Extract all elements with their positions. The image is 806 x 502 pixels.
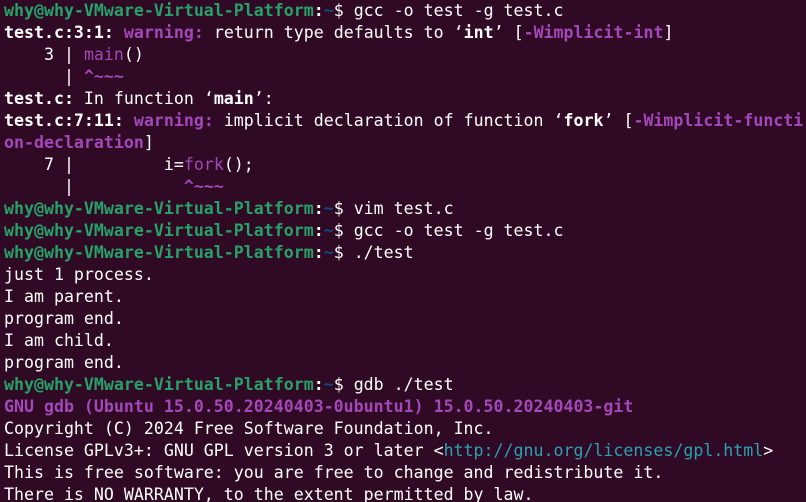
quote: ‘ [453, 23, 464, 42]
function-name: main [213, 89, 254, 108]
prompt-cwd: ~ [323, 375, 334, 394]
prompt-separator: : [313, 243, 324, 262]
warning-label: warning: [123, 23, 204, 42]
command-text: ./test [343, 243, 414, 262]
prompt-cwd: ~ [323, 1, 334, 20]
line-number: 7 | [4, 155, 84, 174]
output-line: program end. [4, 309, 124, 328]
quote: ‘ [553, 111, 564, 130]
prompt-line: why@why-VMware-Virtual-Platform:~$ ./tes… [4, 242, 806, 264]
output-line: This is free software: you are free to c… [4, 463, 664, 482]
prompt-user-host: why@why-VMware-Virtual-Platform [4, 375, 314, 394]
prompt-cwd: ~ [323, 199, 334, 218]
prompt-cwd: ~ [323, 221, 334, 240]
bracket: [ [613, 111, 634, 130]
bracket: [ [503, 23, 524, 42]
prompt-user-host: why@why-VMware-Virtual-Platform [4, 1, 314, 20]
context-text: In function [73, 89, 204, 108]
prompt-line: why@why-VMware-Virtual-Platform:~$ gcc -… [4, 0, 806, 22]
prompt-line: why@why-VMware-Virtual-Platform:~$ gdb .… [4, 374, 806, 396]
command-text: gcc -o test -g test.c [343, 1, 564, 20]
warning-flag: -Wimplicit-int [523, 23, 664, 42]
gutter: | [4, 177, 84, 196]
prompt-line: why@why-VMware-Virtual-Platform:~$ vim t… [4, 198, 806, 220]
warning-line: test.c:3:1: warning: return type default… [4, 22, 806, 44]
warning-text: implicit declaration of function [213, 111, 554, 130]
quote: ‘ [203, 89, 214, 108]
warning-line: test.c:7:11: warning: implicit declarati… [4, 110, 806, 132]
license-line: License GPLv3+: GNU GPL version 3 or lat… [4, 440, 806, 462]
terminal-window[interactable]: why@why-VMware-Virtual-Platform:~$ gcc -… [0, 0, 806, 502]
warning-text: return type defaults to [203, 23, 454, 42]
prompt-separator: : [313, 375, 324, 394]
quote: ’ [603, 111, 614, 130]
file-label: test.c: [4, 89, 74, 108]
warning-flag: on-declaration [4, 133, 144, 152]
bracket: ] [663, 23, 674, 42]
prompt-user-host: why@why-VMware-Virtual-Platform [4, 243, 314, 262]
output-line: just 1 process. [4, 265, 154, 284]
prompt-symbol: $ [333, 1, 344, 20]
gdb-version-line: GNU gdb (Ubuntu 15.0.50.20240403-0ubuntu… [4, 397, 634, 416]
output-line: Copyright (C) 2024 Free Software Foundat… [4, 419, 494, 438]
caret-line: | ^~~~ [4, 176, 806, 198]
output-line: There is NO WARRANTY, to the extent perm… [4, 485, 534, 502]
output-line: I am parent. [4, 287, 124, 306]
output-line: I am child. [4, 331, 114, 350]
license-link[interactable]: http://gnu.org/licenses/gpl.html [444, 441, 764, 460]
prompt-separator: : [313, 1, 324, 20]
prompt-user-host: why@why-VMware-Virtual-Platform [4, 221, 314, 240]
prompt-line: why@why-VMware-Virtual-Platform:~$ gcc -… [4, 220, 806, 242]
command-text: vim test.c [343, 199, 454, 218]
prompt-symbol: $ [333, 221, 344, 240]
source-text: i= [83, 155, 184, 174]
line-number: 3 | [4, 45, 84, 64]
warning-location: test.c:3:1: [4, 23, 114, 42]
source-text: (); [223, 155, 254, 174]
prompt-separator: : [313, 221, 324, 240]
source-line: 7 | i=fork(); [4, 154, 806, 176]
prompt-symbol: $ [333, 243, 344, 262]
prompt-cwd: ~ [323, 243, 334, 262]
gutter: | [4, 67, 84, 86]
warning-keyword: fork [563, 111, 604, 130]
caret-marker: ^~~~ [83, 67, 124, 86]
source-highlight: main [83, 45, 124, 64]
warning-flag: -Wimplicit-functi [633, 111, 804, 130]
warning-line-wrap: on-declaration] [4, 132, 806, 154]
bracket: > [763, 441, 774, 460]
warning-label: warning: [133, 111, 214, 130]
quote: ’: [253, 89, 274, 108]
caret-line: | ^~~~ [4, 66, 806, 88]
quote: ’ [493, 23, 504, 42]
warning-location: test.c:7:11: [4, 111, 124, 130]
command-text: gdb ./test [343, 375, 454, 394]
prompt-separator: : [313, 199, 324, 218]
bracket: ] [143, 133, 154, 152]
source-line: 3 | main() [4, 44, 806, 66]
caret-marker: ^~~~ [183, 177, 224, 196]
context-line: test.c: In function ‘main’: [4, 88, 806, 110]
prompt-user-host: why@why-VMware-Virtual-Platform [4, 199, 314, 218]
license-text: License GPLv3+: GNU GPL version 3 or lat… [4, 441, 444, 460]
output-line: program end. [4, 353, 124, 372]
prompt-symbol: $ [333, 199, 344, 218]
source-highlight: fork [183, 155, 224, 174]
source-text: () [123, 45, 144, 64]
prompt-symbol: $ [333, 375, 344, 394]
command-text: gcc -o test -g test.c [343, 221, 564, 240]
warning-keyword: int [463, 23, 494, 42]
